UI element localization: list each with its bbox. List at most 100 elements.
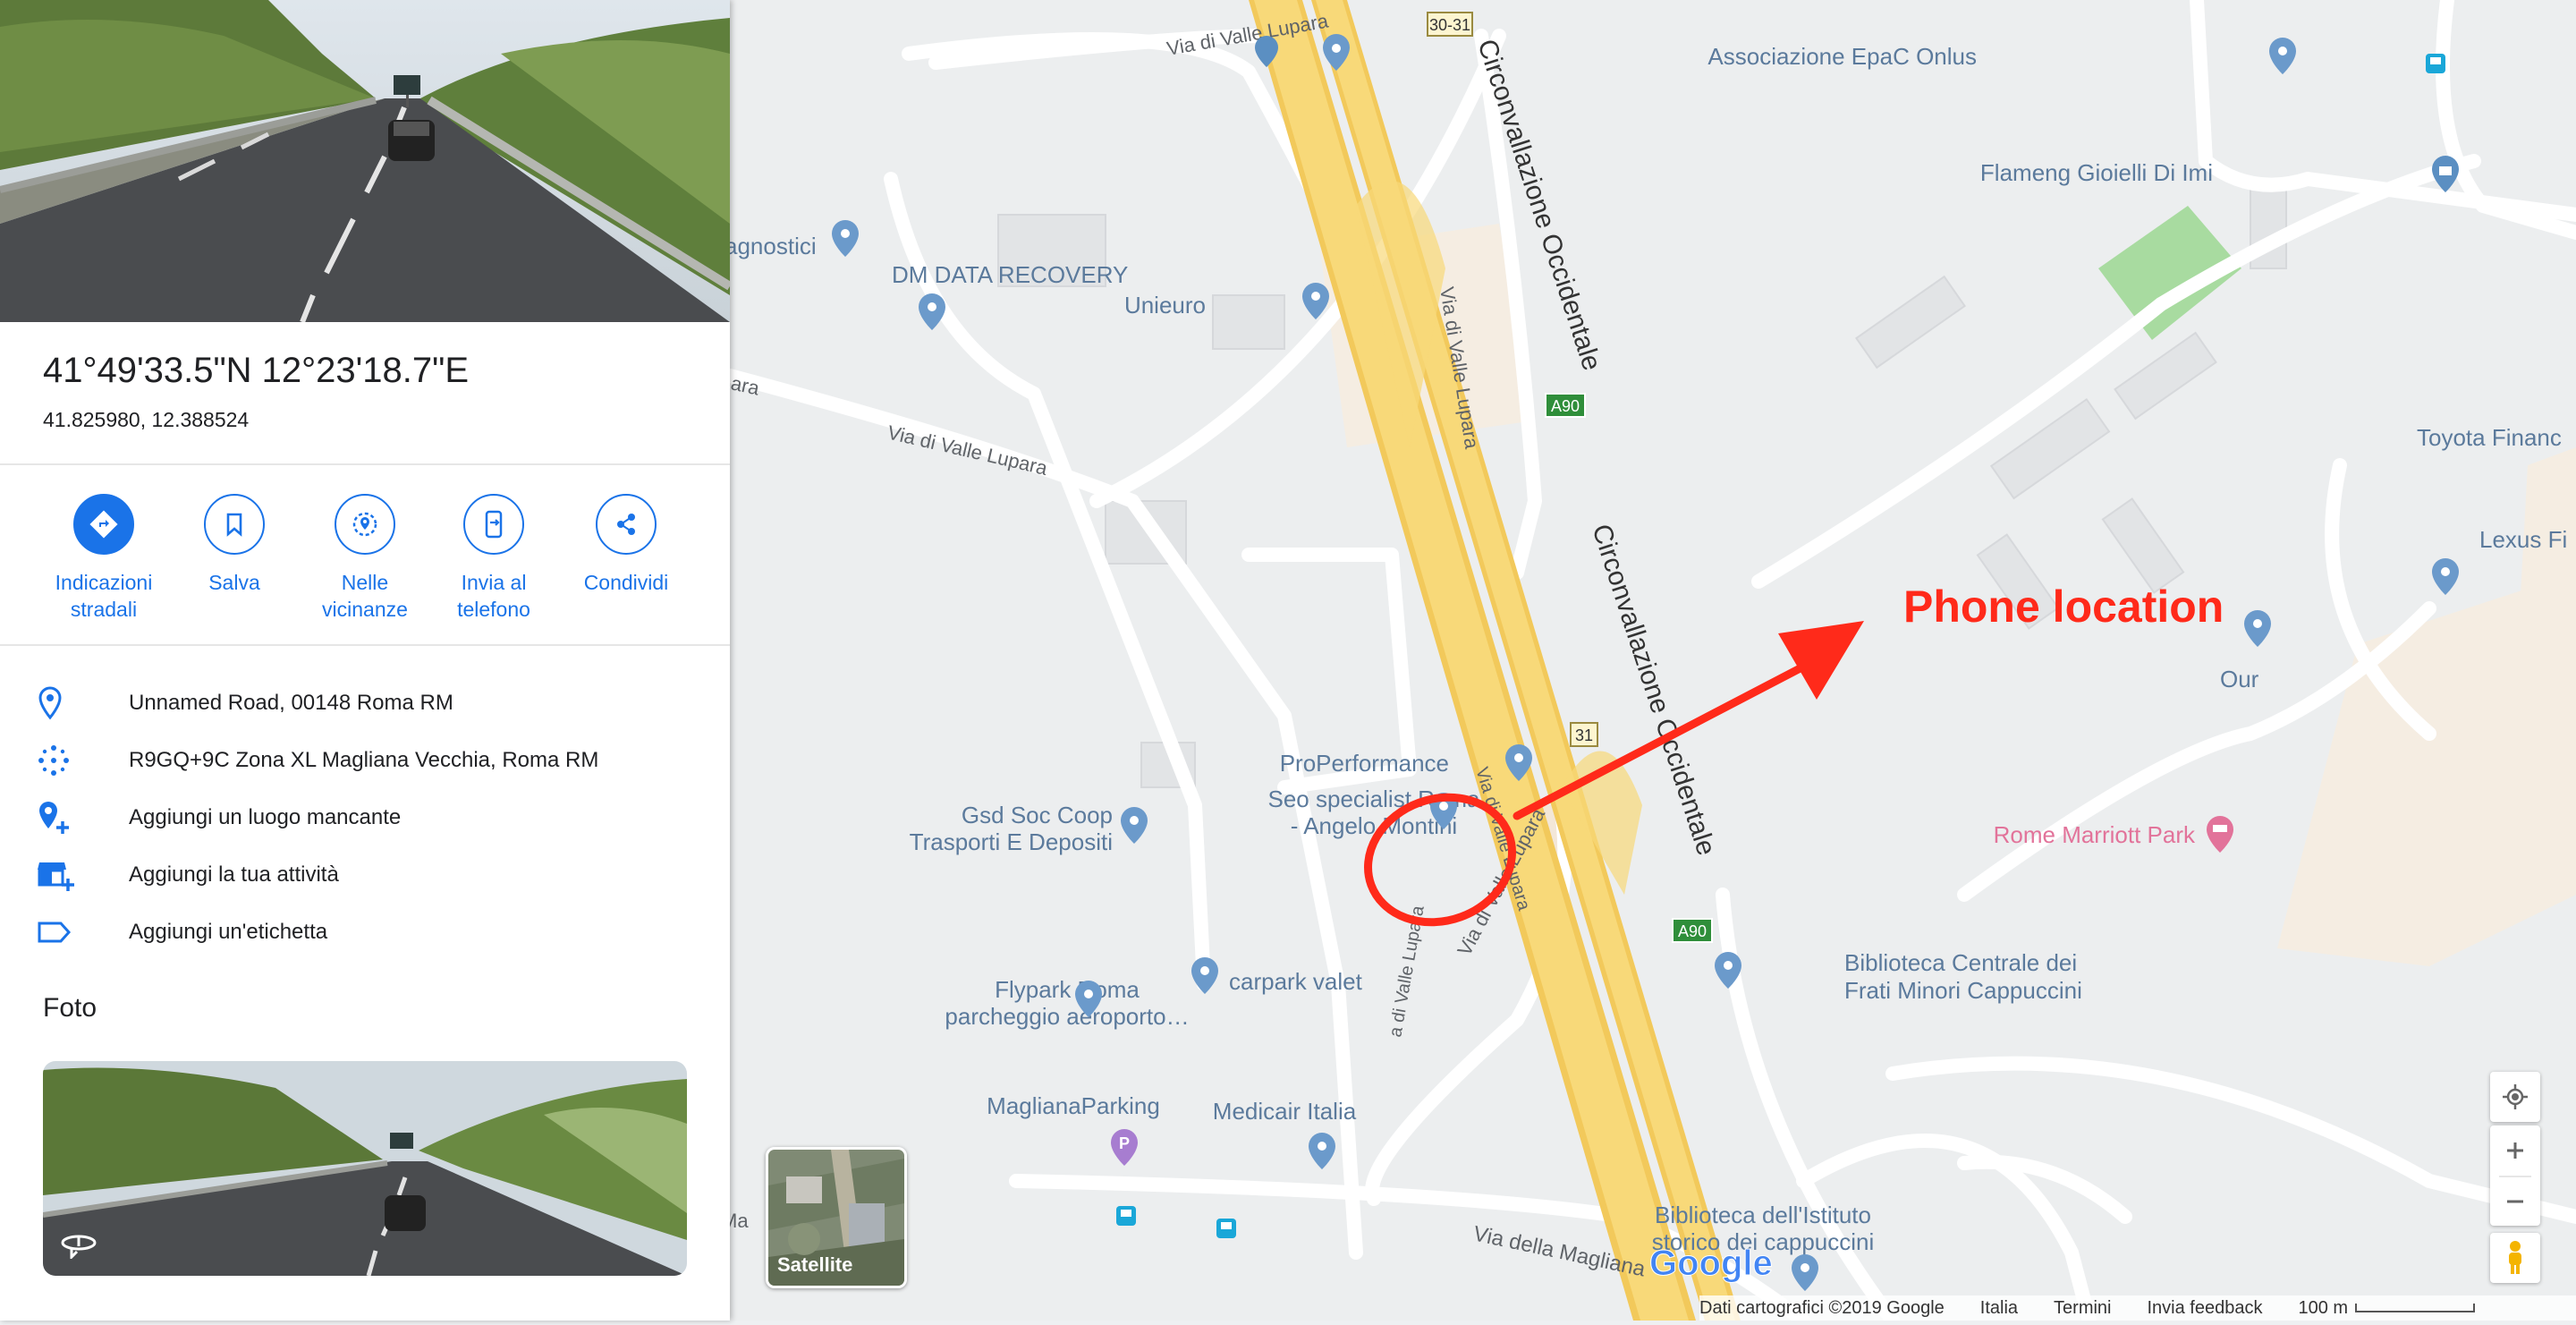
svg-text:Biblioteca dell'Istituto: Biblioteca dell'Istituto [1655,1202,1871,1228]
svg-text:MaglianaParking: MaglianaParking [987,1092,1160,1119]
add-place-row[interactable]: Aggiungi un luogo mancante [36,800,401,836]
svg-text:Trasporti E Depositi: Trasporti E Depositi [910,828,1113,855]
send-to-phone-icon [463,494,524,555]
svg-text:Our: Our [2220,666,2259,692]
poi-lexus[interactable]: Lexus Fi [2479,526,2567,553]
plus-code-icon [36,743,89,778]
svg-text:Lexus Fi: Lexus Fi [2479,526,2567,553]
map-canvas[interactable]: 30-31 A90 31 A90 Via di Valle Lupara Via… [721,0,2576,1325]
bus-stop-icon [1116,1206,1136,1226]
my-location-icon [2503,1084,2528,1109]
poi-toyota[interactable]: Toyota Financ [2417,424,2562,451]
map-data-credit: Dati cartografici ©2019 Google [1699,1297,1945,1318]
svg-text:parcheggio aeroporto…: parcheggio aeroporto… [945,1003,1189,1030]
map-footer: Dati cartografici ©2019 Google Italia Te… [1699,1295,2576,1321]
divider [0,463,730,465]
svg-text:agnostici: agnostici [730,233,817,259]
svg-text:DM DATA RECOVERY: DM DATA RECOVERY [892,261,1128,288]
svg-text:Rome Marriott Park: Rome Marriott Park [1994,821,2196,848]
poi-carpark-valet[interactable]: carpark valet [1229,968,1363,995]
add-business-text: Aggiungi la tua attività [129,862,339,887]
a90-shield-south: A90 [1672,918,1713,943]
country-link[interactable]: Italia [1980,1298,2018,1319]
svg-text:Flypark Roma: Flypark Roma [995,976,1140,1003]
phone-location-label: Phone location [1903,582,2224,632]
poi-dm-data-recovery[interactable]: DM DATA RECOVERY [892,261,1128,288]
send-to-phone-label: Invia al telefono [457,571,530,621]
nearby-button[interactable]: Nelle vicinanze [302,494,428,623]
poi-marriott[interactable]: Rome Marriott Park [1994,821,2196,848]
minus-icon [2507,1200,2523,1203]
add-business-row[interactable]: Aggiungi la tua attività [36,857,339,893]
poi-biblioteca-centrale[interactable]: Biblioteca Centrale dei Frati Minori Cap… [1844,949,2082,1004]
bus-stop-icon [2426,54,2445,73]
poi-agnostici[interactable]: agnostici [724,233,817,259]
directions-label: Indicazioni stradali [55,571,153,621]
add-place-text: Aggiungi un luogo mancante [129,805,402,829]
share-label: Condividi [583,571,669,594]
zoom-in-button[interactable] [2504,1125,2526,1176]
add-place-icon [36,800,89,836]
google-logo: Google [1649,1244,1774,1284]
svg-text:Gsd Soc Coop: Gsd Soc Coop [962,802,1113,828]
directions-icon [73,494,134,555]
feedback-link[interactable]: Invia feedback [2147,1298,2262,1319]
svg-text:30-31: 30-31 [1429,16,1470,34]
plus-code-row[interactable]: R9GQ+9C Zona XL Magliana Vecchia, Roma R… [36,743,598,778]
share-button[interactable]: Condividi [564,494,689,596]
add-label-text: Aggiungi un'etichetta [129,920,328,944]
scale-bar [2355,1304,2476,1312]
svg-text:Google: Google [1649,1244,1773,1283]
exit-31-shield: 31 [1570,722,1598,747]
nearby-icon [335,494,395,555]
highway-shield: 30-31 [1427,12,1473,37]
label-icon [36,914,89,950]
poi-properformance[interactable]: ProPerformance [1280,750,1449,777]
svg-text:Unieuro: Unieuro [1124,292,1206,319]
plus-icon [2507,1142,2523,1159]
address-text: Unnamed Road, 00148 Roma RM [129,691,453,715]
coordinates-decimal[interactable]: 41.825980, 12.388524 [43,408,249,432]
svg-text:Associazione EpaC Onlus: Associazione EpaC Onlus [1707,43,1977,70]
a90-shield: A90 [1545,393,1586,418]
poi-our[interactable]: Our [2220,666,2259,692]
svg-text:Flameng Gioielli Di Imi: Flameng Gioielli Di Imi [1980,159,2213,186]
save-label: Salva [208,571,260,594]
svg-text:A90: A90 [1551,397,1580,415]
road-label: Ma [730,1210,749,1232]
360-view-icon [59,1232,98,1263]
my-location-button[interactable] [2490,1072,2540,1122]
nearby-label: Nelle vicinanze [322,571,408,621]
photo-thumbnail[interactable] [43,1061,687,1276]
add-label-row[interactable]: Aggiungi un'etichetta [36,914,327,950]
street-view-hero-image[interactable] [0,0,730,322]
svg-text:carpark valet: carpark valet [1229,968,1363,995]
photos-heading: Foto [43,993,97,1023]
divider [0,644,730,646]
poi-unieuro[interactable]: Unieuro [1124,292,1206,319]
poi-medicair[interactable]: Medicair Italia [1213,1098,1357,1125]
satellite-toggle-button[interactable]: Satellite [766,1147,907,1288]
satellite-label: Satellite [777,1253,853,1276]
directions-button[interactable]: Indicazioni stradali [41,494,166,623]
pegman-button[interactable] [2490,1233,2540,1283]
scale-label[interactable]: 100 m [2298,1298,2348,1319]
address-row[interactable]: Unnamed Road, 00148 Roma RM [36,685,453,721]
svg-text:Medicair Italia: Medicair Italia [1213,1098,1357,1125]
save-button[interactable]: Salva [172,494,297,596]
svg-text:31: 31 [1575,726,1593,744]
poi-maglianaparking[interactable]: MaglianaParking [987,1092,1160,1119]
send-to-phone-button[interactable]: Invia al telefono [431,494,556,623]
plus-code-text: R9GQ+9C Zona XL Magliana Vecchia, Roma R… [129,748,599,772]
zoom-out-button[interactable] [2504,1177,2526,1226]
location-pin-icon [36,685,89,721]
coordinates-title: 41°49'33.5"N 12°23'18.7"E [43,351,470,390]
terms-link[interactable]: Termini [2054,1298,2111,1319]
bus-stop-icon [1216,1219,1236,1238]
svg-text:ProPerformance: ProPerformance [1280,750,1449,777]
zoom-controls [2490,1125,2540,1226]
poi-flameng[interactable]: Flameng Gioielli Di Imi [1980,159,2213,186]
place-panel: 41°49'33.5"N 12°23'18.7"E 41.825980, 12.… [0,0,730,1321]
svg-text:Toyota Financ: Toyota Financ [2417,424,2562,451]
svg-text:P: P [1119,1134,1130,1152]
